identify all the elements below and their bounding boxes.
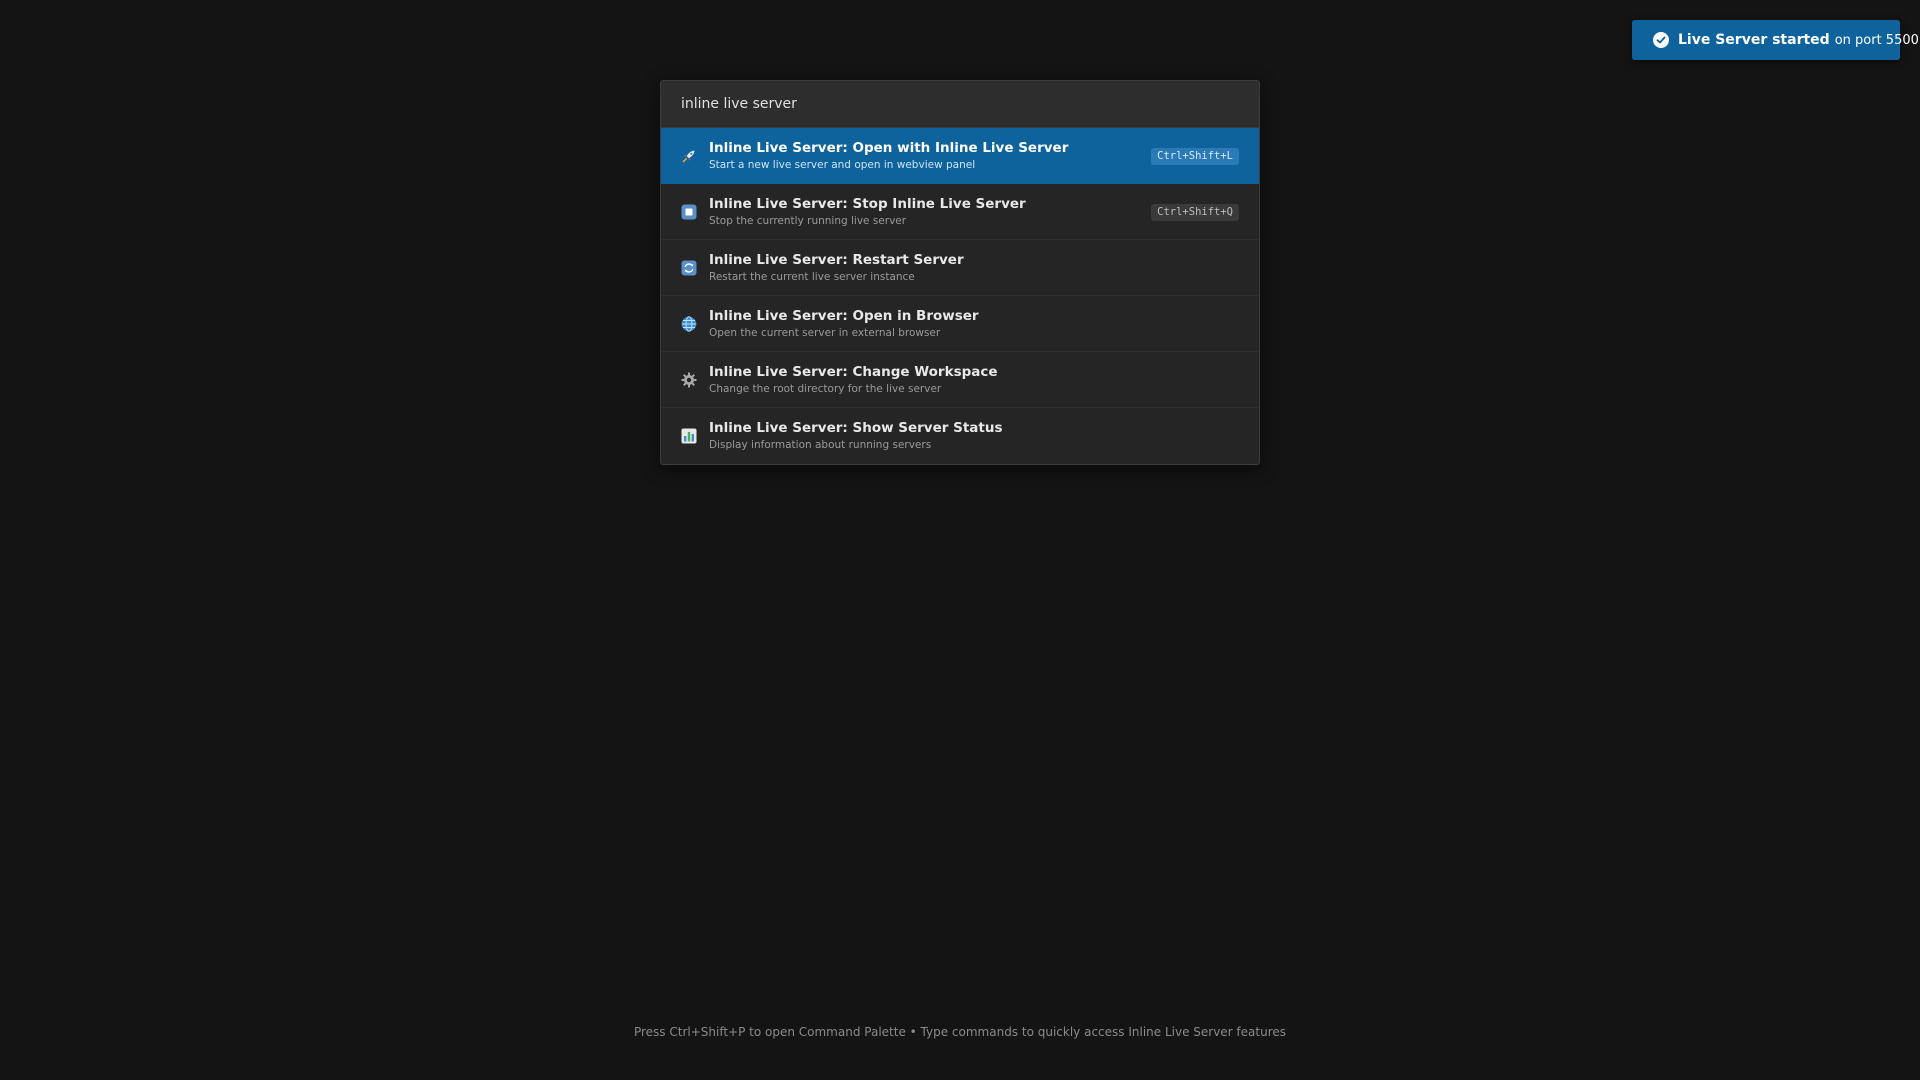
- command-search-input[interactable]: [681, 96, 1221, 112]
- toast-title: Live Server started: [1678, 32, 1830, 48]
- refresh-icon: [681, 260, 697, 276]
- command-label: Inline Live Server: Open in Browser: [709, 307, 979, 324]
- palette-search-bar: [661, 81, 1259, 128]
- gear-icon: [681, 372, 697, 388]
- command-description: Change the root directory for the live s…: [709, 382, 942, 395]
- command-description: Display information about running server…: [709, 439, 932, 451]
- notification-toast[interactable]: Live Server started on port 5500: [1632, 20, 1919, 60]
- command-label: Inline Live Server: Open with Inline Liv…: [709, 139, 1069, 156]
- check-circle-icon: [1653, 32, 1669, 48]
- command-item-stop-inline-live-server[interactable]: Inline Live Server: Stop Inline Live Ser…: [661, 184, 1259, 240]
- command-item-change-workspace[interactable]: Inline Live Server: Change Workspace Cha…: [661, 352, 1259, 408]
- keyboard-shortcut: Ctrl+Shift+L: [1151, 148, 1239, 165]
- command-label: Inline Live Server: Stop Inline Live Ser…: [709, 195, 1026, 212]
- command-description: Stop the currently running live server: [709, 214, 907, 227]
- keyboard-shortcut: Ctrl+Shift+Q: [1151, 204, 1239, 221]
- command-palette: Inline Live Server: Open with Inline Liv…: [660, 80, 1260, 465]
- globe-icon: [681, 315, 697, 332]
- command-item-open-inline-live-server[interactable]: Inline Live Server: Open with Inline Liv…: [661, 128, 1259, 184]
- command-item-show-server-status[interactable]: Inline Live Server: Show Server Status D…: [661, 408, 1259, 464]
- command-description: Open the current server in external brow…: [709, 326, 941, 339]
- footer-hint: Press Ctrl+Shift+P to open Command Palet…: [633, 1025, 1287, 1039]
- stop-icon: [681, 204, 697, 220]
- command-label: Inline Live Server: Change Workspace: [709, 363, 998, 380]
- command-label: Inline Live Server: Restart Server: [709, 251, 964, 268]
- command-label: Inline Live Server: Show Server Status: [709, 420, 1003, 436]
- command-description: Restart the current live server instance: [709, 270, 915, 283]
- rocket-icon: [681, 148, 697, 164]
- bar-chart-icon: [681, 428, 697, 444]
- command-item-restart-server[interactable]: Inline Live Server: Restart Server Resta…: [661, 240, 1259, 296]
- command-item-open-in-browser[interactable]: Inline Live Server: Open in Browser Open…: [661, 296, 1259, 352]
- toast-message: on port 5500: [1834, 32, 1919, 48]
- command-description: Start a new live server and open in webv…: [709, 158, 976, 171]
